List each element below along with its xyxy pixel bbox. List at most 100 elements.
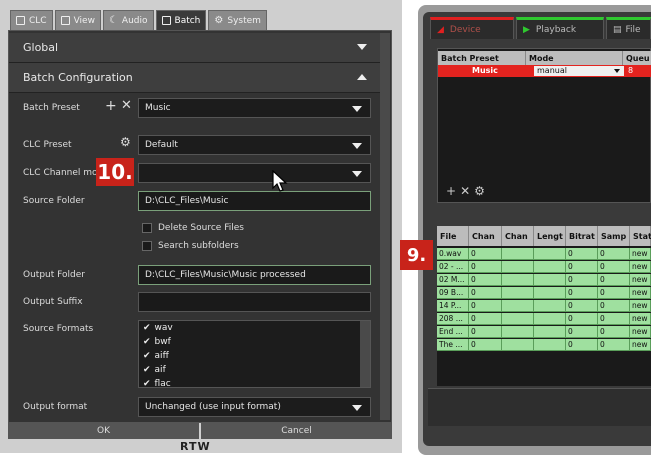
mouse-cursor-icon — [272, 170, 288, 192]
format-item[interactable]: ✔ wav — [139, 321, 370, 335]
batch-preset-select[interactable]: Music — [138, 98, 371, 118]
table-cell — [502, 248, 534, 260]
section-global[interactable]: Global — [9, 33, 381, 63]
source-folder-input[interactable]: D:\CLC_Files\Music — [138, 191, 371, 211]
dialog-buttons: OK Cancel — [8, 423, 392, 439]
chevron-down-icon — [352, 106, 362, 112]
table-cell: 0 — [469, 274, 502, 286]
chevron-down-icon — [614, 69, 620, 73]
table-cell: 0 — [469, 326, 502, 338]
table-cell — [534, 339, 566, 351]
chevron-down-icon — [352, 143, 362, 149]
checkbox-box[interactable] — [142, 241, 152, 251]
column-header[interactable]: Stat — [630, 226, 651, 246]
table-cell: 0 — [469, 339, 502, 351]
tab-device[interactable]: ◢ Device — [430, 17, 514, 39]
chevron-down-icon — [352, 171, 362, 177]
column-header[interactable]: Queu — [623, 51, 651, 65]
clc-preset-select[interactable]: Default — [138, 135, 371, 155]
add-icon[interactable]: + — [446, 184, 456, 198]
output-suffix-input[interactable] — [138, 292, 371, 312]
column-header[interactable]: Bitrat — [566, 226, 598, 246]
column-header[interactable]: Chan — [502, 226, 534, 246]
table-cell: new — [630, 300, 651, 312]
batch-table: Batch Preset Mode Queu Music manual 8 + … — [437, 48, 651, 203]
table-cell — [534, 326, 566, 338]
output-folder-input[interactable]: D:\CLC_Files\Music\Music processed — [138, 265, 371, 285]
section-batch-configuration[interactable]: Batch Configuration — [9, 63, 381, 93]
cancel-button[interactable]: Cancel — [201, 423, 392, 439]
tab-view[interactable]: View — [54, 10, 101, 30]
table-row[interactable]: Music manual 8 — [438, 65, 651, 77]
search-subfolders-checkbox[interactable]: Search subfolders — [142, 241, 239, 251]
table-cell: 0 — [598, 326, 630, 338]
tab-bar: CLC View ☾ Audio Batch ⚙ System — [10, 10, 267, 30]
table-cell: 14 P... — [437, 300, 469, 312]
column-header[interactable]: Mode — [526, 51, 623, 65]
clc-channel-select[interactable] — [138, 163, 371, 183]
table-cell: 0 — [566, 339, 598, 351]
chevron-up-icon — [357, 74, 367, 80]
tab-batch[interactable]: Batch — [155, 10, 207, 30]
format-item[interactable]: ✔ bwf — [139, 335, 370, 349]
format-item[interactable]: ✔ aiff — [139, 349, 370, 363]
table-cell — [502, 339, 534, 351]
panel-scrollbar[interactable] — [380, 33, 390, 420]
table-cell: 0 — [469, 248, 502, 260]
table-cell: new — [630, 326, 651, 338]
gear-icon[interactable]: ⚙ — [120, 135, 131, 149]
tab-audio[interactable]: ☾ Audio — [102, 10, 154, 30]
audio-icon: ☾ — [108, 15, 118, 26]
table-cell: 0 — [566, 313, 598, 325]
rtw-logo: RTW — [180, 440, 211, 453]
table-cell: 0 — [469, 261, 502, 273]
gear-icon[interactable]: ⚙ — [474, 184, 485, 198]
clc-preset-label: CLC Preset — [23, 140, 72, 150]
preset-cell: Music — [472, 66, 498, 75]
delete-source-checkbox[interactable]: Delete Source Files — [142, 223, 244, 233]
table-cell: 0 — [469, 300, 502, 312]
mode-select[interactable]: manual — [534, 66, 624, 76]
tab-playback[interactable]: ▶ Playback — [516, 17, 604, 39]
table-cell: 0 — [566, 248, 598, 260]
format-item[interactable]: ✔ aif — [139, 363, 370, 377]
table-cell: 0 — [469, 287, 502, 299]
output-format-select[interactable]: Unchanged (use input format) — [138, 397, 371, 417]
column-header[interactable]: Samp — [598, 226, 630, 246]
table-cell: new — [630, 274, 651, 286]
table-cell: 0 — [566, 287, 598, 299]
tab-clc[interactable]: CLC — [10, 10, 53, 30]
source-formats-list[interactable]: ✔ wav ✔ bwf ✔ aiff ✔ aif ✔ flac — [138, 320, 371, 388]
column-header[interactable]: Lengt — [534, 226, 566, 246]
table-cell: 09 B... — [437, 287, 469, 299]
format-item[interactable]: ✔ flac — [139, 377, 370, 388]
table-cell — [502, 261, 534, 273]
table-cell — [502, 300, 534, 312]
check-icon: ✔ — [143, 323, 151, 333]
table-cell — [502, 313, 534, 325]
delete-icon[interactable]: ✕ — [121, 98, 132, 113]
output-suffix-label: Output Suffix — [23, 297, 83, 307]
check-icon: ✔ — [143, 379, 151, 388]
checkbox-box[interactable] — [142, 223, 152, 233]
check-icon: ✔ — [143, 351, 151, 361]
tab-system[interactable]: ⚙ System — [208, 10, 267, 30]
add-icon[interactable]: + — [105, 98, 117, 114]
table-cell: 02 M... — [437, 274, 469, 286]
table-cell: End ... — [437, 326, 469, 338]
ok-button[interactable]: OK — [8, 423, 199, 439]
clc-channel-label: CLC Channel mod — [23, 168, 104, 178]
table-cell: 0.wav — [437, 248, 469, 260]
table-cell: 208 ... — [437, 313, 469, 325]
column-header[interactable]: Batch Preset — [438, 51, 526, 65]
tab-file[interactable]: ▤ File — [606, 17, 651, 39]
column-header[interactable]: Chan — [469, 226, 502, 246]
file-table: File Chan Chan Lengt Bitrat Samp Stat 0.… — [437, 226, 651, 386]
table-cell: 0 — [566, 300, 598, 312]
column-header[interactable]: File — [437, 226, 469, 246]
table-cell — [534, 300, 566, 312]
table-cell: new — [630, 287, 651, 299]
delete-icon[interactable]: ✕ — [460, 184, 470, 198]
source-folder-label: Source Folder — [23, 196, 85, 206]
formats-scrollbar[interactable] — [360, 321, 370, 387]
